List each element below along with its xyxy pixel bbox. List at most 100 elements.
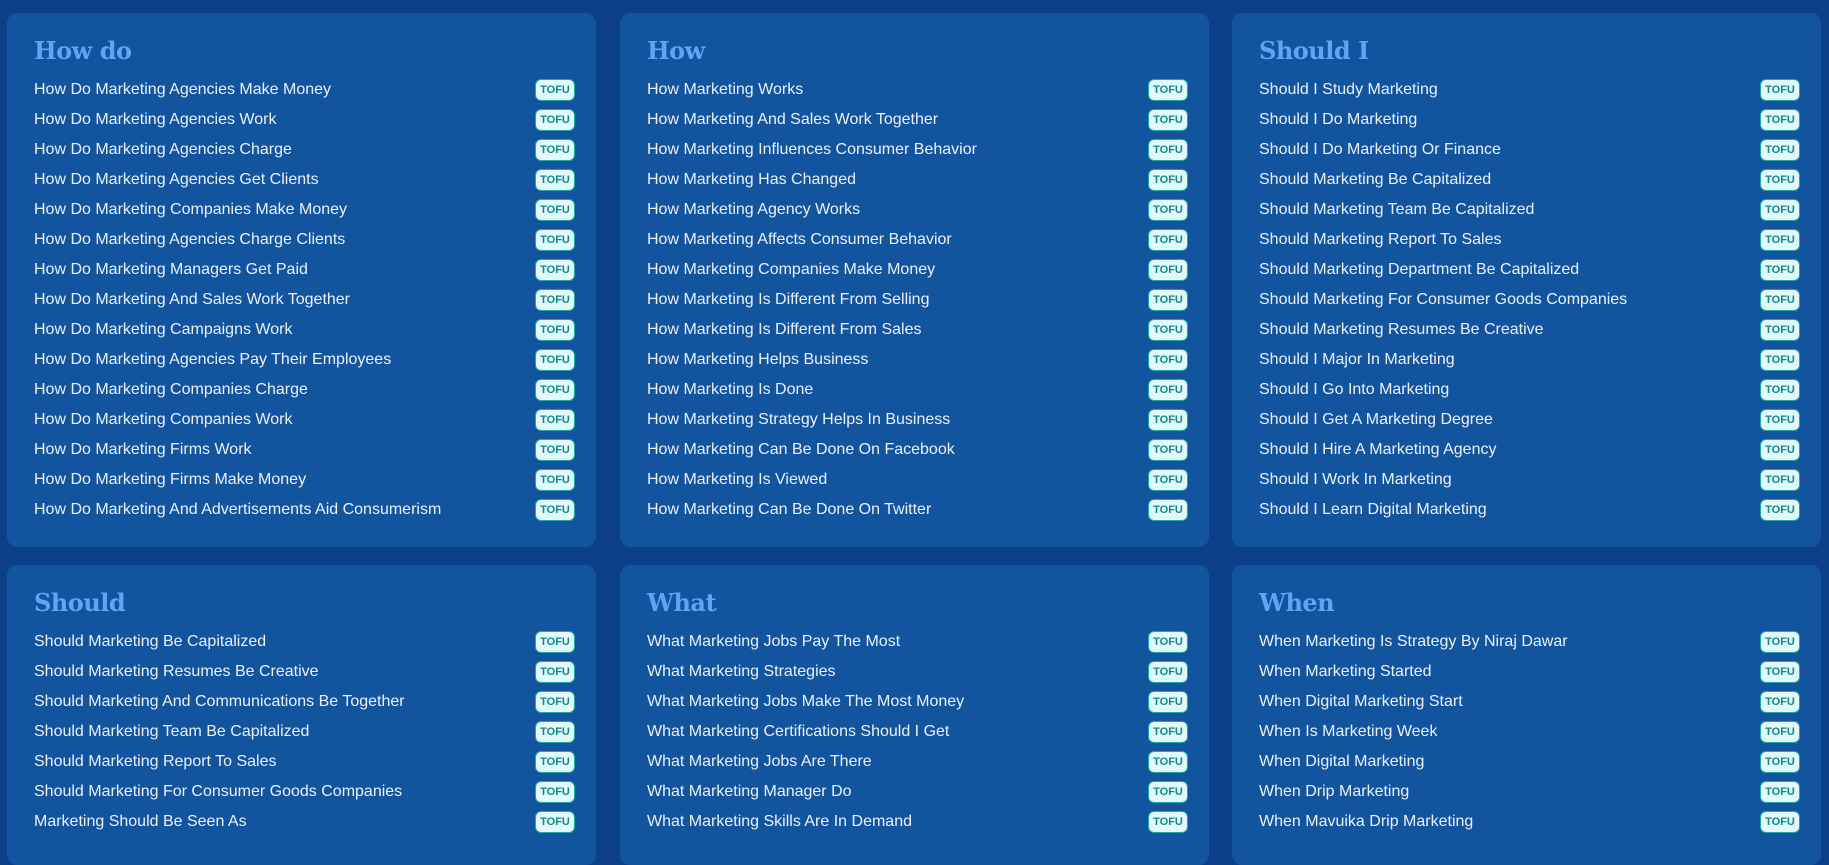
keyword-link[interactable]: Should I Hire A Marketing Agency xyxy=(1259,441,1496,459)
keyword-link[interactable]: How Marketing Is Different From Selling xyxy=(647,291,929,309)
keyword-link[interactable]: How Do Marketing Agencies Charge Clients xyxy=(34,231,345,249)
keyword-row[interactable]: How Do Marketing Companies Work TOFU xyxy=(27,405,575,435)
keyword-link[interactable]: Should I Learn Digital Marketing xyxy=(1259,501,1487,519)
keyword-link[interactable]: What Marketing Strategies xyxy=(647,663,836,681)
keyword-row[interactable]: Should I Do Marketing TOFU xyxy=(1252,105,1800,135)
keyword-row[interactable]: What Marketing Manager Do TOFU xyxy=(640,777,1188,807)
keyword-row[interactable]: How Do Marketing Agencies Pay Their Empl… xyxy=(27,345,575,375)
keyword-row[interactable]: How Marketing Is Different From Sales TOF… xyxy=(640,315,1188,345)
keyword-row[interactable]: Should Marketing Be Capitalized TOFU xyxy=(27,627,575,657)
keyword-row[interactable]: Should I Major In Marketing TOFU xyxy=(1252,345,1800,375)
keyword-link[interactable]: Marketing Should Be Seen As xyxy=(34,813,247,831)
keyword-row[interactable]: How Marketing Helps Business TOFU xyxy=(640,345,1188,375)
keyword-link[interactable]: How Marketing And Sales Work Together xyxy=(647,111,938,129)
keyword-row[interactable]: Should Marketing And Communications Be T… xyxy=(27,687,575,717)
keyword-link[interactable]: Should Marketing Be Capitalized xyxy=(1259,171,1491,189)
keyword-row[interactable]: Should Marketing Resumes Be Creative TOFU xyxy=(1252,315,1800,345)
keyword-row[interactable]: How Marketing Has Changed TOFU xyxy=(640,165,1188,195)
keyword-link[interactable]: How Do Marketing Managers Get Paid xyxy=(34,261,308,279)
keyword-link[interactable]: When Marketing Started xyxy=(1259,663,1432,681)
keyword-link[interactable]: When Digital Marketing xyxy=(1259,753,1424,771)
keyword-row[interactable]: Marketing Should Be Seen As TOFU xyxy=(27,807,575,837)
keyword-link[interactable]: How Do Marketing Firms Work xyxy=(34,441,252,459)
keyword-link[interactable]: What Marketing Jobs Are There xyxy=(647,753,872,771)
keyword-link[interactable]: Should Marketing For Consumer Goods Comp… xyxy=(34,783,402,801)
keyword-link[interactable]: What Marketing Skills Are In Demand xyxy=(647,813,912,831)
keyword-row[interactable]: When Marketing Started TOFU xyxy=(1252,657,1800,687)
keyword-link[interactable]: How Do Marketing Agencies Make Money xyxy=(34,81,331,99)
keyword-link[interactable]: Should Marketing Be Capitalized xyxy=(34,633,266,651)
keyword-row[interactable]: Should Marketing For Consumer Goods Comp… xyxy=(1252,285,1800,315)
keyword-link[interactable]: How Do Marketing And Advertisements Aid … xyxy=(34,501,441,519)
keyword-link[interactable]: How Marketing Can Be Done On Facebook xyxy=(647,441,955,459)
keyword-row[interactable]: How Do Marketing Managers Get Paid TOFU xyxy=(27,255,575,285)
keyword-link[interactable]: How Marketing Can Be Done On Twitter xyxy=(647,501,931,519)
keyword-row[interactable]: How Marketing And Sales Work Together TOF… xyxy=(640,105,1188,135)
keyword-row[interactable]: What Marketing Jobs Pay The Most TOFU xyxy=(640,627,1188,657)
keyword-link[interactable]: How Do Marketing Firms Make Money xyxy=(34,471,306,489)
keyword-link[interactable]: Should Marketing Report To Sales xyxy=(34,753,277,771)
keyword-link[interactable]: How Do Marketing Companies Charge xyxy=(34,381,308,399)
keyword-row[interactable]: What Marketing Skills Are In Demand TOFU xyxy=(640,807,1188,837)
keyword-link[interactable]: How Do Marketing Companies Work xyxy=(34,411,292,429)
keyword-link[interactable]: Should I Study Marketing xyxy=(1259,81,1438,99)
keyword-link[interactable]: How Marketing Affects Consumer Behavior xyxy=(647,231,952,249)
keyword-row[interactable]: How Do Marketing And Advertisements Aid … xyxy=(27,495,575,525)
keyword-row[interactable]: Should Marketing Resumes Be Creative TOFU xyxy=(27,657,575,687)
keyword-link[interactable]: Should Marketing Report To Sales xyxy=(1259,231,1502,249)
keyword-row[interactable]: How Do Marketing Agencies Get Clients TOF… xyxy=(27,165,575,195)
keyword-link[interactable]: Should Marketing For Consumer Goods Comp… xyxy=(1259,291,1627,309)
keyword-link[interactable]: What Marketing Jobs Pay The Most xyxy=(647,633,900,651)
keyword-row[interactable]: Should I Go Into Marketing TOFU xyxy=(1252,375,1800,405)
keyword-row[interactable]: How Marketing Is Done TOFU xyxy=(640,375,1188,405)
keyword-row[interactable]: How Do Marketing Agencies Work TOFU xyxy=(27,105,575,135)
keyword-link[interactable]: Should I Go Into Marketing xyxy=(1259,381,1449,399)
keyword-row[interactable]: How Do Marketing Companies Charge TOFU xyxy=(27,375,575,405)
keyword-row[interactable]: Should I Learn Digital Marketing TOFU xyxy=(1252,495,1800,525)
keyword-row[interactable]: How Do Marketing Firms Work TOFU xyxy=(27,435,575,465)
keyword-link[interactable]: How Marketing Works xyxy=(647,81,803,99)
keyword-link[interactable]: How Marketing Has Changed xyxy=(647,171,856,189)
keyword-link[interactable]: Should Marketing Resumes Be Creative xyxy=(34,663,319,681)
keyword-link[interactable]: When Is Marketing Week xyxy=(1259,723,1437,741)
keyword-row[interactable]: How Marketing Is Viewed TOFU xyxy=(640,465,1188,495)
keyword-row[interactable]: What Marketing Strategies TOFU xyxy=(640,657,1188,687)
keyword-link[interactable]: How Marketing Is Viewed xyxy=(647,471,827,489)
keyword-row[interactable]: How Marketing Agency Works TOFU xyxy=(640,195,1188,225)
keyword-row[interactable]: When Is Marketing Week TOFU xyxy=(1252,717,1800,747)
keyword-link[interactable]: Should I Major In Marketing xyxy=(1259,351,1455,369)
keyword-row[interactable]: Should Marketing Be Capitalized TOFU xyxy=(1252,165,1800,195)
keyword-link[interactable]: How Marketing Is Done xyxy=(647,381,813,399)
keyword-link[interactable]: How Marketing Companies Make Money xyxy=(647,261,935,279)
keyword-row[interactable]: How Do Marketing Agencies Make Money TOFU xyxy=(27,75,575,105)
keyword-row[interactable]: When Digital Marketing Start TOFU xyxy=(1252,687,1800,717)
keyword-link[interactable]: How Marketing Strategy Helps In Business xyxy=(647,411,950,429)
keyword-link[interactable]: When Marketing Is Strategy By Niraj Dawa… xyxy=(1259,633,1568,651)
keyword-link[interactable]: Should I Get A Marketing Degree xyxy=(1259,411,1493,429)
keyword-row[interactable]: How Marketing Can Be Done On Twitter TOFU xyxy=(640,495,1188,525)
keyword-row[interactable]: Should I Study Marketing TOFU xyxy=(1252,75,1800,105)
keyword-link[interactable]: How Do Marketing Companies Make Money xyxy=(34,201,347,219)
keyword-row[interactable]: When Mavuika Drip Marketing TOFU xyxy=(1252,807,1800,837)
keyword-row[interactable]: How Marketing Can Be Done On Facebook TOF… xyxy=(640,435,1188,465)
keyword-row[interactable]: What Marketing Certifications Should I G… xyxy=(640,717,1188,747)
keyword-link[interactable]: When Digital Marketing Start xyxy=(1259,693,1463,711)
keyword-row[interactable]: Should Marketing For Consumer Goods Comp… xyxy=(27,777,575,807)
keyword-row[interactable]: What Marketing Jobs Make The Most Money T… xyxy=(640,687,1188,717)
keyword-link[interactable]: Should Marketing Team Be Capitalized xyxy=(34,723,309,741)
keyword-row[interactable]: How Marketing Works TOFU xyxy=(640,75,1188,105)
keyword-link[interactable]: How Marketing Influences Consumer Behavi… xyxy=(647,141,977,159)
keyword-link[interactable]: Should I Work In Marketing xyxy=(1259,471,1452,489)
keyword-row[interactable]: When Digital Marketing TOFU xyxy=(1252,747,1800,777)
keyword-row[interactable]: Should I Get A Marketing Degree TOFU xyxy=(1252,405,1800,435)
keyword-row[interactable]: When Drip Marketing TOFU xyxy=(1252,777,1800,807)
keyword-link[interactable]: Should Marketing And Communications Be T… xyxy=(34,693,405,711)
keyword-link[interactable]: Should Marketing Department Be Capitaliz… xyxy=(1259,261,1579,279)
keyword-row[interactable]: How Marketing Influences Consumer Behavi… xyxy=(640,135,1188,165)
keyword-row[interactable]: When Marketing Is Strategy By Niraj Dawa… xyxy=(1252,627,1800,657)
keyword-link[interactable]: How Marketing Is Different From Sales xyxy=(647,321,921,339)
keyword-link[interactable]: What Marketing Jobs Make The Most Money xyxy=(647,693,964,711)
keyword-link[interactable]: How Do Marketing Agencies Get Clients xyxy=(34,171,319,189)
keyword-row[interactable]: How Marketing Strategy Helps In Business… xyxy=(640,405,1188,435)
keyword-row[interactable]: How Do Marketing And Sales Work Together… xyxy=(27,285,575,315)
